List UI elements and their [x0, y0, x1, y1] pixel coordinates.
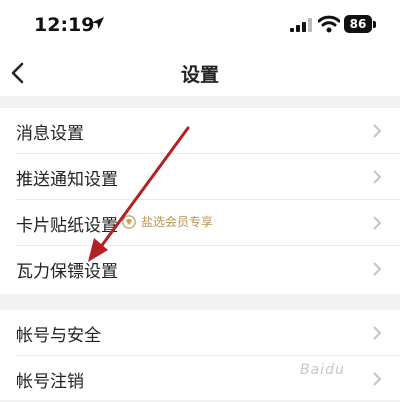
chevron-right-icon [373, 262, 382, 276]
row-label: 消息设置 [16, 124, 84, 144]
card-sticker-settings-row[interactable]: 卡片贴纸设置 盐选会员专享 [0, 200, 400, 246]
chevron-right-icon [373, 372, 382, 386]
vip-badge: 盐选会员专享 [122, 213, 213, 230]
battery-cap [373, 21, 376, 28]
row-label: 卡片贴纸设置 [16, 216, 118, 236]
row-label: 瓦力保镖设置 [16, 262, 118, 282]
battery-level: 86 [349, 17, 367, 31]
watermark: Baidu [300, 362, 345, 378]
row-label: 帐号注销 [16, 372, 84, 392]
status-time: 12:19 [34, 14, 95, 36]
row-label: 推送通知设置 [16, 170, 118, 190]
nav-bar: 设置 [0, 50, 400, 96]
settings-group-1: 消息设置 推送通知设置 卡片贴纸设置 盐选会员专享 瓦力保镖设置 [0, 108, 400, 294]
chevron-right-icon [373, 124, 382, 138]
chevron-right-icon [373, 326, 382, 340]
vip-badge-text: 盐选会员专享 [141, 215, 214, 229]
wali-bodyguard-settings-row[interactable]: 瓦力保镖设置 [0, 246, 400, 292]
location-arrow-icon [92, 17, 104, 29]
settings-group-2: 帐号与安全 帐号注销 [0, 310, 400, 400]
row-label: 帐号与安全 [16, 326, 101, 346]
diamond-icon [122, 214, 136, 229]
chevron-right-icon [373, 216, 382, 230]
account-security-row[interactable]: 帐号与安全 [0, 310, 400, 356]
message-settings-row[interactable]: 消息设置 [0, 108, 400, 154]
page-title: 设置 [180, 64, 219, 86]
wifi-icon [318, 15, 340, 33]
push-notification-settings-row[interactable]: 推送通知设置 [0, 154, 400, 200]
chevron-right-icon [373, 170, 382, 184]
cellular-signal-icon [290, 18, 312, 32]
status-bar: 12:19 86 [0, 0, 400, 50]
battery-indicator: 86 [344, 15, 372, 33]
